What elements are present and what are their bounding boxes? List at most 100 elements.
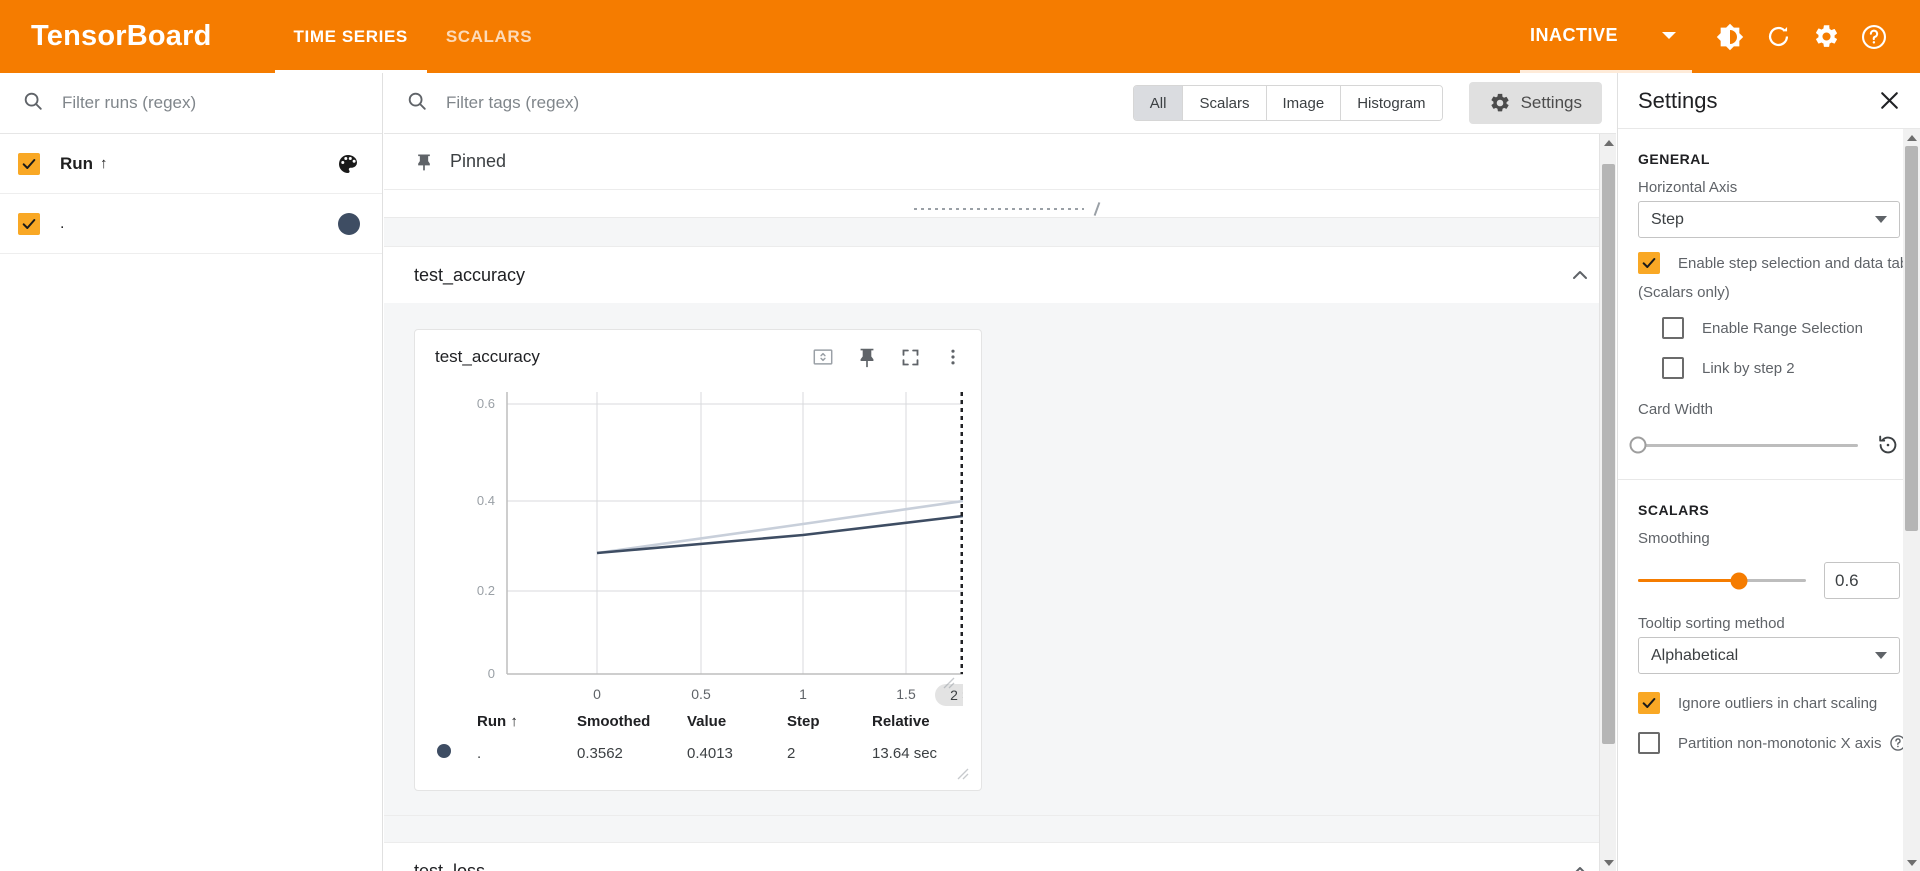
partition-non-monotonic-checkbox[interactable]: [1638, 732, 1660, 754]
filter-chip-all[interactable]: All: [1133, 86, 1184, 120]
main-scrollbar[interactable]: [1599, 134, 1616, 871]
series-color-dot: [437, 744, 451, 758]
tooltip-sorting-value: Alphabetical: [1651, 646, 1739, 664]
pinned-card-clipped: [384, 190, 1616, 218]
partition-non-monotonic-row[interactable]: Partition non-monotonic X axis: [1618, 714, 1920, 754]
settings-panel-header: Settings: [1618, 73, 1920, 129]
status-badge: INACTIVE: [1529, 24, 1618, 45]
run-filter-input[interactable]: [60, 92, 360, 114]
tag-filter-bar: All Scalars Image Histogram Settings: [384, 73, 1616, 134]
card-title: test_accuracy: [435, 347, 540, 366]
color-palette-icon[interactable]: [336, 152, 360, 176]
step-chip-label[interactable]: 2 ×: [950, 687, 963, 703]
filter-chip-image[interactable]: Image: [1266, 86, 1342, 120]
enable-range-selection-label: Enable Range Selection: [1702, 319, 1863, 337]
x-tick-2: 1: [799, 686, 807, 702]
chart-plot-area[interactable]: 0.6 0.4 0.2 0 0 0.5 1 1.5 2: [435, 384, 963, 706]
card-width-slider-thumb[interactable]: [1629, 436, 1647, 454]
enable-step-selection-checkbox[interactable]: [1638, 252, 1660, 274]
scrollbar-thumb[interactable]: [1602, 164, 1615, 744]
header-actions: INACTIVE: [1519, 0, 1898, 73]
horizontal-axis-select[interactable]: Step: [1638, 201, 1900, 238]
settings-scroll-down-arrow[interactable]: [1903, 854, 1920, 871]
pinned-label: Pinned: [450, 151, 507, 171]
settings-panel: Settings GENERAL Horizontal Axis Step En…: [1617, 73, 1920, 871]
enable-range-selection-row[interactable]: Enable Range Selection: [1618, 303, 1920, 339]
pin-icon: [414, 152, 434, 172]
partition-non-monotonic-label: Partition non-monotonic X axis: [1678, 734, 1882, 752]
sort-ascending-icon[interactable]: ↑: [100, 155, 108, 172]
enable-range-selection-checkbox[interactable]: [1662, 317, 1684, 339]
filter-chip-histogram[interactable]: Histogram: [1341, 86, 1442, 120]
x-tick-3: 1.5: [896, 686, 916, 702]
tab-scalars[interactable]: SCALARS: [427, 0, 551, 73]
pinned-section-header[interactable]: Pinned: [384, 134, 1616, 190]
card-width-label: Card Width: [1638, 401, 1714, 418]
card-toolbar: [812, 346, 963, 368]
tab-scalars-label: SCALARS: [445, 26, 533, 46]
card-width-slider[interactable]: [1629, 436, 1858, 454]
plugin-filter-group: All Scalars Image Histogram: [1132, 85, 1443, 121]
fullscreen-icon[interactable]: [900, 347, 921, 368]
scalar-card: test_accuracy 0.6 0.4 0.2 0 0 0.5 1 1.5 …: [414, 329, 982, 791]
fit-to-domain-icon[interactable]: [812, 346, 834, 368]
ignore-outliers-checkbox[interactable]: [1638, 692, 1660, 714]
settings-scroll-up-arrow[interactable]: [1903, 129, 1920, 146]
app-header: TensorBoard TIME SERIES SCALARS INACTIVE: [0, 0, 1920, 73]
run-status-selector[interactable]: INACTIVE: [1519, 0, 1692, 73]
run-checkbox[interactable]: [18, 212, 40, 235]
y-tick-0: 0.6: [477, 396, 495, 411]
smoothing-slider-thumb[interactable]: [1730, 572, 1748, 589]
series-line-smoothed: [596, 514, 963, 555]
run-color-swatch[interactable]: [338, 212, 360, 235]
horizontal-axis-label: Horizontal Axis: [1638, 179, 1738, 196]
smoothing-value: 0.6: [1835, 570, 1859, 590]
close-icon[interactable]: [1877, 88, 1902, 113]
reset-card-width-icon[interactable]: [1876, 433, 1900, 457]
link-by-step-checkbox[interactable]: [1662, 357, 1684, 379]
runs-sidebar: Run ↑ .: [0, 73, 383, 871]
horizontal-axis-value: Step: [1651, 210, 1684, 228]
y-tick-2: 0.2: [477, 583, 495, 598]
smoothing-slider[interactable]: [1638, 572, 1806, 589]
tooltip-sorting-select[interactable]: Alphabetical: [1638, 637, 1900, 674]
tag-filter-input[interactable]: [444, 92, 1133, 114]
settings-panel-title: Settings: [1638, 87, 1718, 113]
help-icon[interactable]: [1850, 13, 1898, 61]
chevron-up-icon[interactable]: [1568, 263, 1592, 287]
scroll-up-arrow[interactable]: [1600, 134, 1617, 151]
run-list-item[interactable]: .: [0, 194, 382, 254]
settings-button[interactable]: Settings: [1468, 82, 1602, 124]
settings-scrollbar-thumb[interactable]: [1905, 146, 1918, 531]
filter-chip-scalars[interactable]: Scalars: [1183, 86, 1267, 120]
brightness-icon[interactable]: [1706, 13, 1754, 61]
chart-resize-grip[interactable]: [941, 675, 955, 689]
tag-group-header[interactable]: test_accuracy: [384, 247, 1616, 303]
select-all-runs-checkbox[interactable]: [18, 152, 40, 175]
more-vert-icon[interactable]: [943, 347, 963, 367]
chevron-up-icon[interactable]: [1568, 859, 1592, 871]
smoothing-value-input[interactable]: 0.6: [1824, 562, 1900, 599]
gear-icon[interactable]: [1802, 13, 1850, 61]
refresh-icon[interactable]: [1754, 13, 1802, 61]
tag-group-title: test_loss: [414, 860, 486, 871]
link-by-step-row[interactable]: Link by step 2: [1618, 339, 1920, 379]
card-width-slider-row: [1618, 423, 1920, 457]
card-resize-grip[interactable]: [955, 766, 969, 780]
cell-color: [437, 740, 477, 772]
settings-scrollbar[interactable]: [1903, 129, 1920, 871]
tab-time-series[interactable]: TIME SERIES: [274, 0, 428, 73]
scalars-only-note: (Scalars only): [1638, 284, 1730, 301]
cell-relative: 13.64 sec: [872, 744, 938, 762]
tag-group-header[interactable]: test_loss: [384, 843, 1616, 871]
ignore-outliers-row[interactable]: Ignore outliers in chart scaling: [1618, 674, 1920, 714]
clipped-resize-grip: [1093, 202, 1101, 216]
settings-button-label: Settings: [1520, 93, 1582, 112]
clipped-dashed-line: [914, 208, 1084, 210]
link-by-step-label: Link by step 2: [1702, 359, 1795, 377]
scroll-down-arrow[interactable]: [1600, 854, 1617, 871]
enable-step-selection-row[interactable]: Enable step selection and data table: [1618, 238, 1920, 274]
pin-icon[interactable]: [856, 346, 878, 368]
cell-run: .: [477, 744, 482, 762]
scalar-line-chart[interactable]: 0.6 0.4 0.2 0: [435, 384, 963, 684]
